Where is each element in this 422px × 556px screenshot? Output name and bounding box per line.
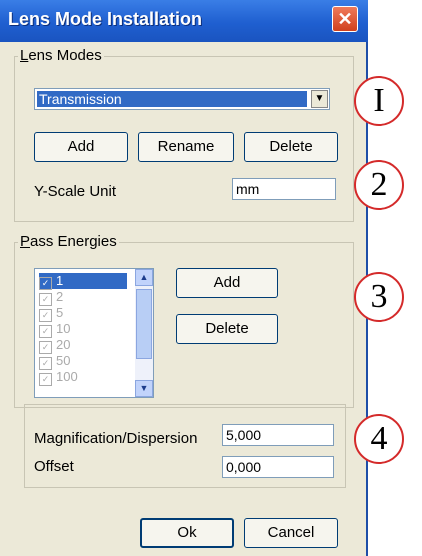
list-item[interactable]: ✓ 5 [39,305,127,322]
y-scale-unit-input[interactable]: mm [232,178,336,200]
y-scale-unit-label: Y-Scale Unit [34,183,116,200]
cancel-button[interactable]: Cancel [244,518,338,548]
callout-1: I [354,76,404,126]
list-item[interactable]: ✓ 1 [39,273,127,290]
chevron-down-icon[interactable]: ▼ [311,90,328,108]
ok-button[interactable]: Ok [140,518,234,548]
pass-energies-group-label: Pass Energies [18,233,119,250]
delete-pass-energy-button[interactable]: Delete [176,314,278,344]
add-lens-mode-button[interactable]: Add [34,132,128,162]
scrollbar-thumb[interactable] [136,289,152,359]
close-button[interactable]: ✕ [332,6,358,32]
delete-lens-mode-button[interactable]: Delete [244,132,338,162]
chevron-down-icon[interactable]: ▼ [135,380,153,397]
list-scrollbar[interactable]: ▲ ▼ [135,269,153,397]
list-item[interactable]: ✓ 2 [39,289,127,306]
add-pass-energy-button[interactable]: Add [176,268,278,298]
callout-2: 2 [354,160,404,210]
magnification-label: Magnification/Dispersion [34,430,198,447]
list-item[interactable]: ✓ 20 [39,337,127,354]
magnification-input[interactable]: 5,000 [222,424,334,446]
close-icon: ✕ [337,9,353,29]
lens-mode-selected-value: Transmission [37,91,307,107]
title-bar[interactable]: Lens Mode Installation ✕ [0,0,368,42]
dialog-window: Lens Mode Installation ✕ Lens Modes Tran… [0,0,368,556]
rename-lens-mode-button[interactable]: Rename [138,132,234,162]
callout-3: 3 [354,272,404,322]
pass-energies-list[interactable]: ✓ 1 ✓ 2 ✓ 5 ✓ 10 ✓ 20 ✓ 50 ✓ 100 ▲ ▼ [34,268,154,398]
chevron-up-icon[interactable]: ▲ [135,269,153,286]
window-title: Lens Mode Installation [8,9,203,29]
offset-input[interactable]: 0,000 [222,456,334,478]
list-item[interactable]: ✓ 50 [39,353,127,370]
callout-4: 4 [354,414,404,464]
offset-label: Offset [34,458,74,475]
lens-modes-group-label: Lens Modes [18,47,104,64]
list-item[interactable]: ✓ 100 [39,369,127,386]
list-item[interactable]: ✓ 10 [39,321,127,338]
checkbox[interactable]: ✓ [39,373,52,386]
lens-mode-select[interactable]: Transmission ▼ [34,88,330,110]
